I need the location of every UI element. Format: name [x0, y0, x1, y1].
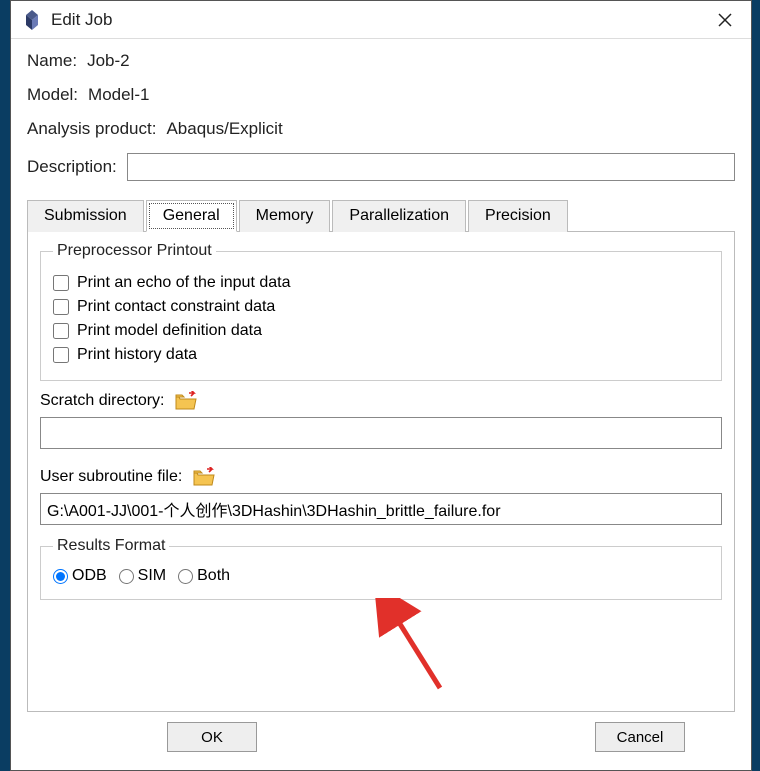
subroutine-input[interactable] — [40, 493, 722, 525]
folder-open-icon — [192, 467, 216, 487]
window-title: Edit Job — [51, 10, 705, 30]
button-row: OK Cancel — [27, 712, 735, 766]
description-row: Description: — [27, 153, 735, 181]
check-echo-label: Print an echo of the input data — [77, 274, 290, 292]
name-value: Job-2 — [87, 51, 130, 71]
cancel-button[interactable]: Cancel — [595, 722, 685, 752]
results-group: Results Format ODB SIM Both — [40, 537, 722, 600]
check-history[interactable]: Print history data — [53, 346, 709, 364]
folder-open-icon — [174, 391, 198, 411]
tab-parallelization[interactable]: Parallelization — [332, 200, 466, 232]
radio-odb[interactable]: ODB — [53, 567, 107, 585]
name-row: Name: Job-2 — [27, 51, 735, 71]
tab-strip: Submission General Memory Parallelizatio… — [27, 199, 735, 232]
subroutine-browse-button[interactable] — [192, 467, 216, 487]
model-row: Model: Model-1 — [27, 85, 735, 105]
tab-submission[interactable]: Submission — [27, 200, 144, 232]
scratch-label-row: Scratch directory: — [40, 391, 722, 411]
subroutine-label: User subroutine file: — [40, 468, 182, 486]
check-modeldef[interactable]: Print model definition data — [53, 322, 709, 340]
name-label: Name: — [27, 51, 77, 71]
scratch-browse-button[interactable] — [174, 391, 198, 411]
edit-job-dialog: Edit Job Name: Job-2 Model: Model-1 Anal… — [10, 0, 752, 771]
check-modeldef-box[interactable] — [53, 323, 69, 339]
check-echo-box[interactable] — [53, 275, 69, 291]
radio-odb-label: ODB — [72, 567, 107, 585]
results-radio-row: ODB SIM Both — [53, 563, 709, 589]
dialog-content: Name: Job-2 Model: Model-1 Analysis prod… — [11, 39, 751, 770]
preprocessor-group: Preprocessor Printout Print an echo of t… — [40, 242, 722, 381]
tab-general-body: Preprocessor Printout Print an echo of t… — [27, 232, 735, 712]
close-icon — [718, 13, 732, 27]
scratch-input[interactable] — [40, 417, 722, 449]
analysis-label: Analysis product: — [27, 119, 156, 139]
check-contact-label: Print contact constraint data — [77, 298, 275, 316]
radio-both-label: Both — [197, 567, 230, 585]
results-legend: Results Format — [53, 537, 169, 555]
radio-both[interactable]: Both — [178, 567, 230, 585]
check-contact-box[interactable] — [53, 299, 69, 315]
radio-both-input[interactable] — [178, 569, 193, 584]
subroutine-label-row: User subroutine file: — [40, 467, 722, 487]
preprocessor-legend: Preprocessor Printout — [53, 242, 216, 260]
radio-sim[interactable]: SIM — [119, 567, 166, 585]
description-label: Description: — [27, 157, 117, 177]
radio-sim-label: SIM — [138, 567, 166, 585]
scratch-label: Scratch directory: — [40, 392, 164, 410]
radio-odb-input[interactable] — [53, 569, 68, 584]
check-history-box[interactable] — [53, 347, 69, 363]
check-echo[interactable]: Print an echo of the input data — [53, 274, 709, 292]
analysis-value: Abaqus/Explicit — [166, 119, 282, 139]
analysis-row: Analysis product: Abaqus/Explicit — [27, 119, 735, 139]
tab-precision[interactable]: Precision — [468, 200, 568, 232]
description-input[interactable] — [127, 153, 735, 181]
radio-sim-input[interactable] — [119, 569, 134, 584]
app-icon — [21, 9, 43, 31]
close-button[interactable] — [705, 5, 745, 35]
model-label: Model: — [27, 85, 78, 105]
tab-general[interactable]: General — [146, 200, 237, 232]
model-value: Model-1 — [88, 85, 149, 105]
check-history-label: Print history data — [77, 346, 197, 364]
ok-button[interactable]: OK — [167, 722, 257, 752]
check-contact[interactable]: Print contact constraint data — [53, 298, 709, 316]
check-modeldef-label: Print model definition data — [77, 322, 262, 340]
tab-memory[interactable]: Memory — [239, 200, 331, 232]
titlebar: Edit Job — [11, 1, 751, 39]
